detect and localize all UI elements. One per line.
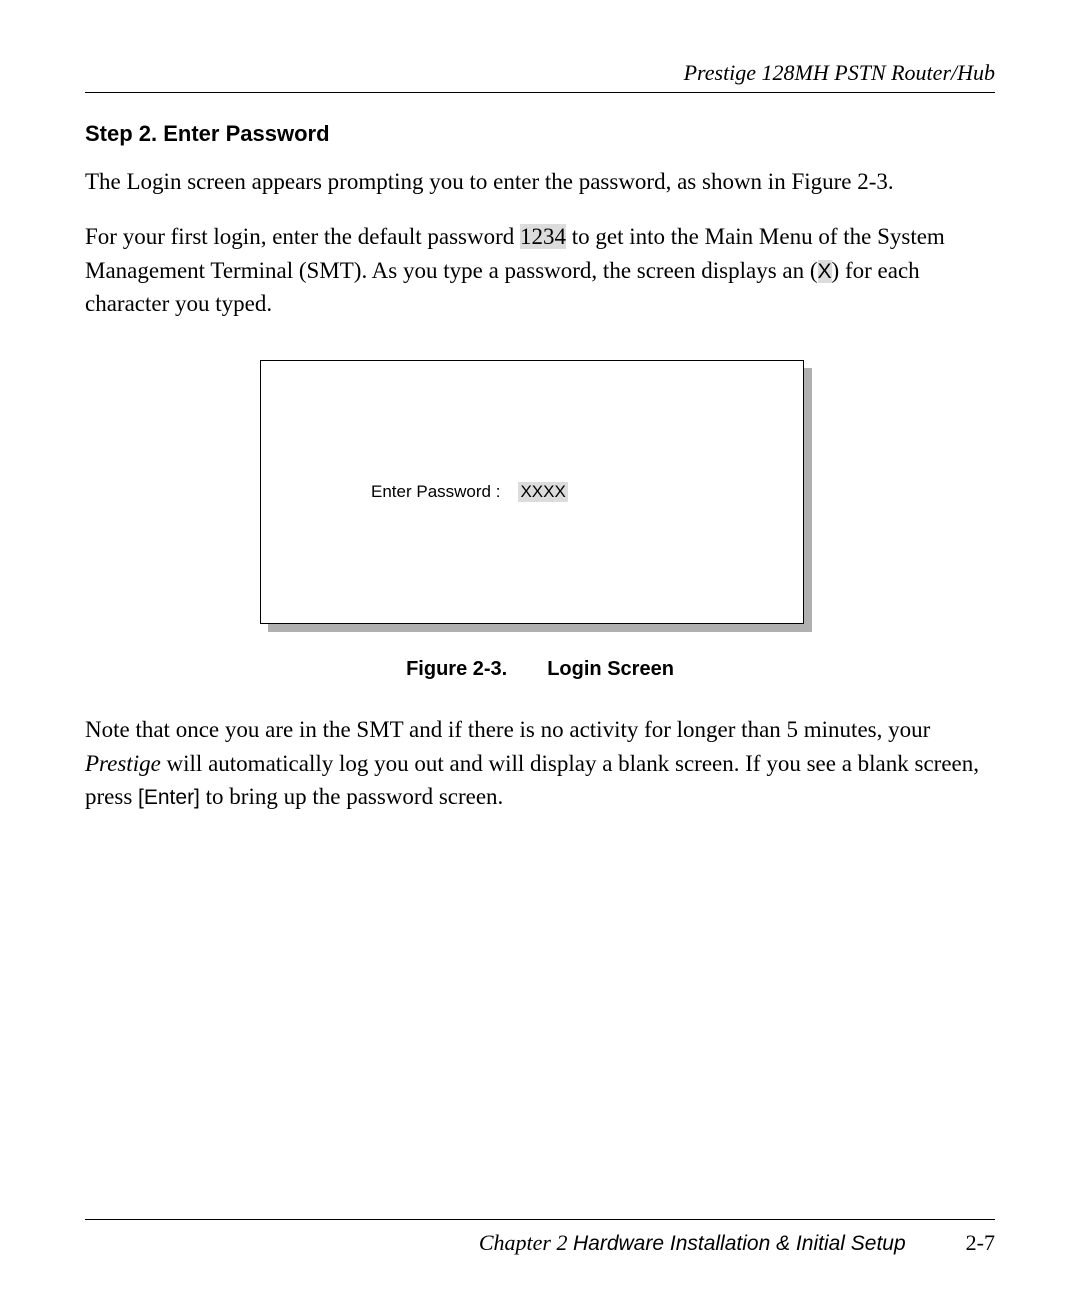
page-footer: Chapter 2 Hardware Installation & Initia… [85, 1219, 995, 1256]
login-box: Enter Password : XXXX [260, 360, 804, 624]
paragraph-3: Note that once you are in the SMT and if… [85, 713, 995, 813]
figure-caption: Figure 2-3. Login Screen [260, 658, 820, 681]
password-prompt-label: Enter Password : [371, 482, 518, 502]
footer-chapter: Chapter 2 [479, 1230, 573, 1255]
paragraph-1: The Login screen appears prompting you t… [85, 165, 995, 198]
footer-title: Hardware Installation & Initial Setup [573, 1232, 906, 1255]
figure-login-screen: Enter Password : XXXX Figure 2-3. Login S… [260, 360, 820, 681]
login-box-outer: Enter Password : XXXX [260, 360, 810, 630]
footer-page-number: 2-7 [966, 1230, 995, 1256]
para3-post: to bring up the password screen. [200, 784, 503, 809]
figure-number: Figure 2-3. [406, 658, 507, 680]
paragraph-2: For your first login, enter the default … [85, 220, 995, 320]
product-name: Prestige [85, 751, 161, 776]
enter-key: [Enter] [138, 786, 200, 809]
default-password-code: 1234 [520, 224, 566, 249]
running-header: Prestige 128MH PSTN Router/Hub [85, 60, 995, 93]
page: Prestige 128MH PSTN Router/Hub Step 2. E… [0, 0, 1080, 1311]
figure-title: Login Screen [547, 658, 674, 680]
step-heading: Step 2. Enter Password [85, 121, 995, 147]
para3-pre: Note that once you are in the SMT and if… [85, 717, 930, 742]
masked-char-x: X [818, 260, 832, 283]
para2-pre: For your first login, enter the default … [85, 224, 520, 249]
password-masked-value: XXXX [518, 482, 567, 502]
